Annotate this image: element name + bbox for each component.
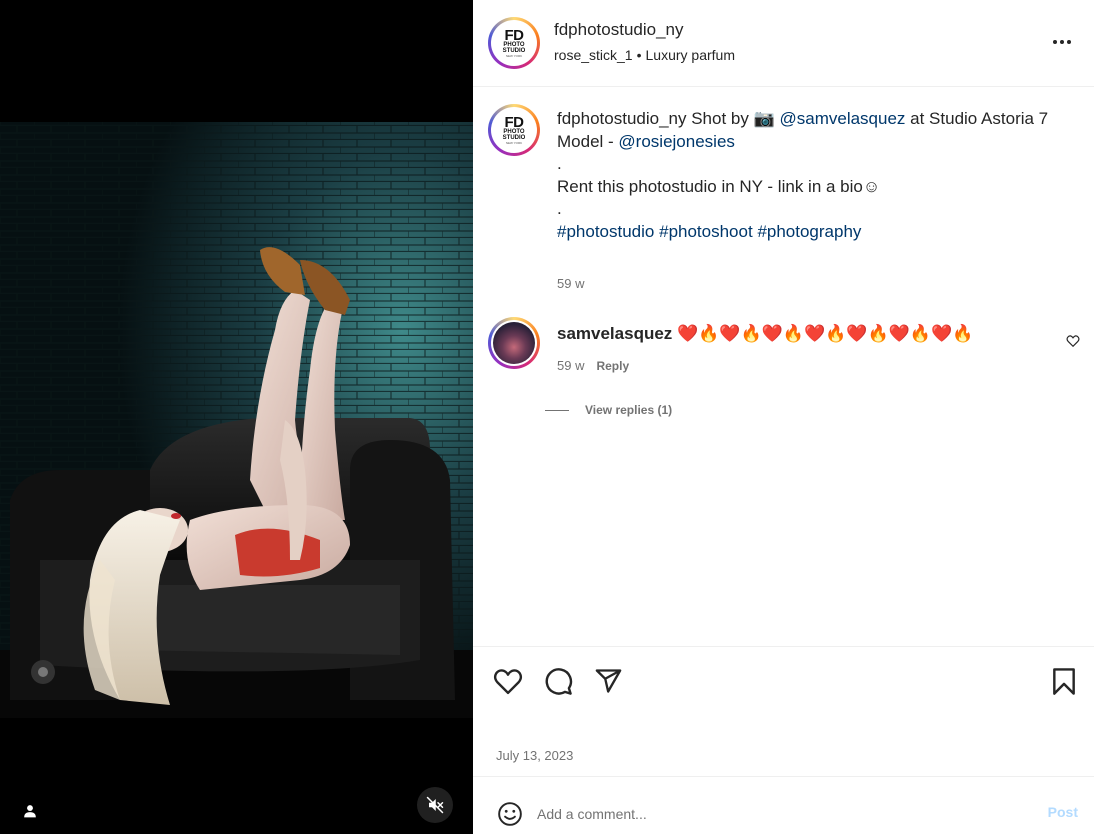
share-button[interactable] — [594, 667, 623, 700]
add-comment-bar: Post — [473, 776, 1094, 834]
post-header: FD PHOTO STUDIO NEW YORK fdphotostudio_n… — [473, 0, 1094, 87]
post-media[interactable] — [0, 0, 473, 834]
comment-icon — [545, 668, 573, 695]
post-photo — [0, 0, 473, 834]
post-panel: FD PHOTO STUDIO NEW YORK fdphotostudio_n… — [473, 0, 1094, 834]
user-tag-icon — [24, 805, 36, 818]
comment-text: samvelasquez ❤️🔥❤️🔥❤️🔥❤️🔥❤️🔥❤️🔥❤️🔥 — [557, 324, 973, 344]
comment-like-button[interactable] — [1066, 334, 1080, 353]
emoji-button[interactable] — [497, 801, 523, 832]
comment-button[interactable] — [544, 667, 573, 701]
mention-rosiejonesies[interactable]: @rosiejonesies — [618, 132, 734, 151]
post-subtitle: rose_stick_1 • Luxury parfum — [554, 47, 735, 63]
comment-time[interactable]: 59 w — [557, 358, 584, 373]
action-bar: July 13, 2023 — [473, 646, 1094, 776]
reply-button[interactable]: Reply — [596, 359, 629, 373]
hashtag-photography[interactable]: #photography — [757, 222, 861, 241]
comment-meta: 59 w Reply — [557, 358, 629, 373]
more-options-button[interactable] — [1050, 30, 1074, 54]
comment-input[interactable] — [537, 803, 1017, 825]
caption-username[interactable]: fdphotostudio_ny — [557, 109, 687, 128]
save-button[interactable] — [1051, 667, 1077, 701]
audio-muted-icon — [426, 796, 444, 814]
comments-section[interactable]: FD PHOTO STUDIO NEW YORK fdphotostudio_n… — [473, 88, 1094, 646]
more-icon — [1053, 40, 1071, 44]
hashtag-photostudio[interactable]: #photostudio — [557, 222, 654, 241]
heart-icon — [493, 669, 523, 695]
user-tags-button[interactable] — [16, 797, 44, 825]
share-icon — [595, 669, 622, 693]
hashtag-photoshoot[interactable]: #photoshoot — [659, 222, 753, 241]
like-button[interactable] — [493, 667, 523, 700]
author-avatar[interactable]: FD PHOTO STUDIO NEW YORK — [488, 17, 540, 69]
commenter-avatar[interactable] — [488, 317, 540, 369]
caption-time[interactable]: 59 w — [557, 276, 584, 291]
fd-photostudio-logo: FD PHOTO STUDIO NEW YORK — [493, 22, 535, 64]
caption-avatar[interactable]: FD PHOTO STUDIO NEW YORK — [488, 104, 540, 156]
location-link[interactable]: Luxury parfum — [646, 47, 735, 63]
heart-icon — [1066, 335, 1080, 348]
author-username[interactable]: fdphotostudio_ny — [554, 20, 684, 40]
view-replies-button[interactable]: View replies (1) — [545, 403, 672, 417]
mute-button[interactable] — [417, 787, 453, 823]
fd-photostudio-logo: FD PHOTO STUDIO NEW YORK — [493, 109, 535, 151]
post-date[interactable]: July 13, 2023 — [496, 748, 573, 763]
post-comment-button[interactable]: Post — [1048, 804, 1078, 820]
emoji-icon — [498, 802, 522, 826]
comment-body: ❤️🔥❤️🔥❤️🔥❤️🔥❤️🔥❤️🔥❤️🔥 — [677, 324, 974, 343]
audio-link[interactable]: rose_stick_1 — [554, 47, 633, 63]
mention-samvelasquez[interactable]: @samvelasquez — [780, 109, 906, 128]
bookmark-icon — [1053, 668, 1075, 695]
post-caption: fdphotostudio_ny Shot by 📷 @samvelasquez… — [557, 109, 1049, 241]
commenter-username[interactable]: samvelasquez — [557, 324, 672, 343]
